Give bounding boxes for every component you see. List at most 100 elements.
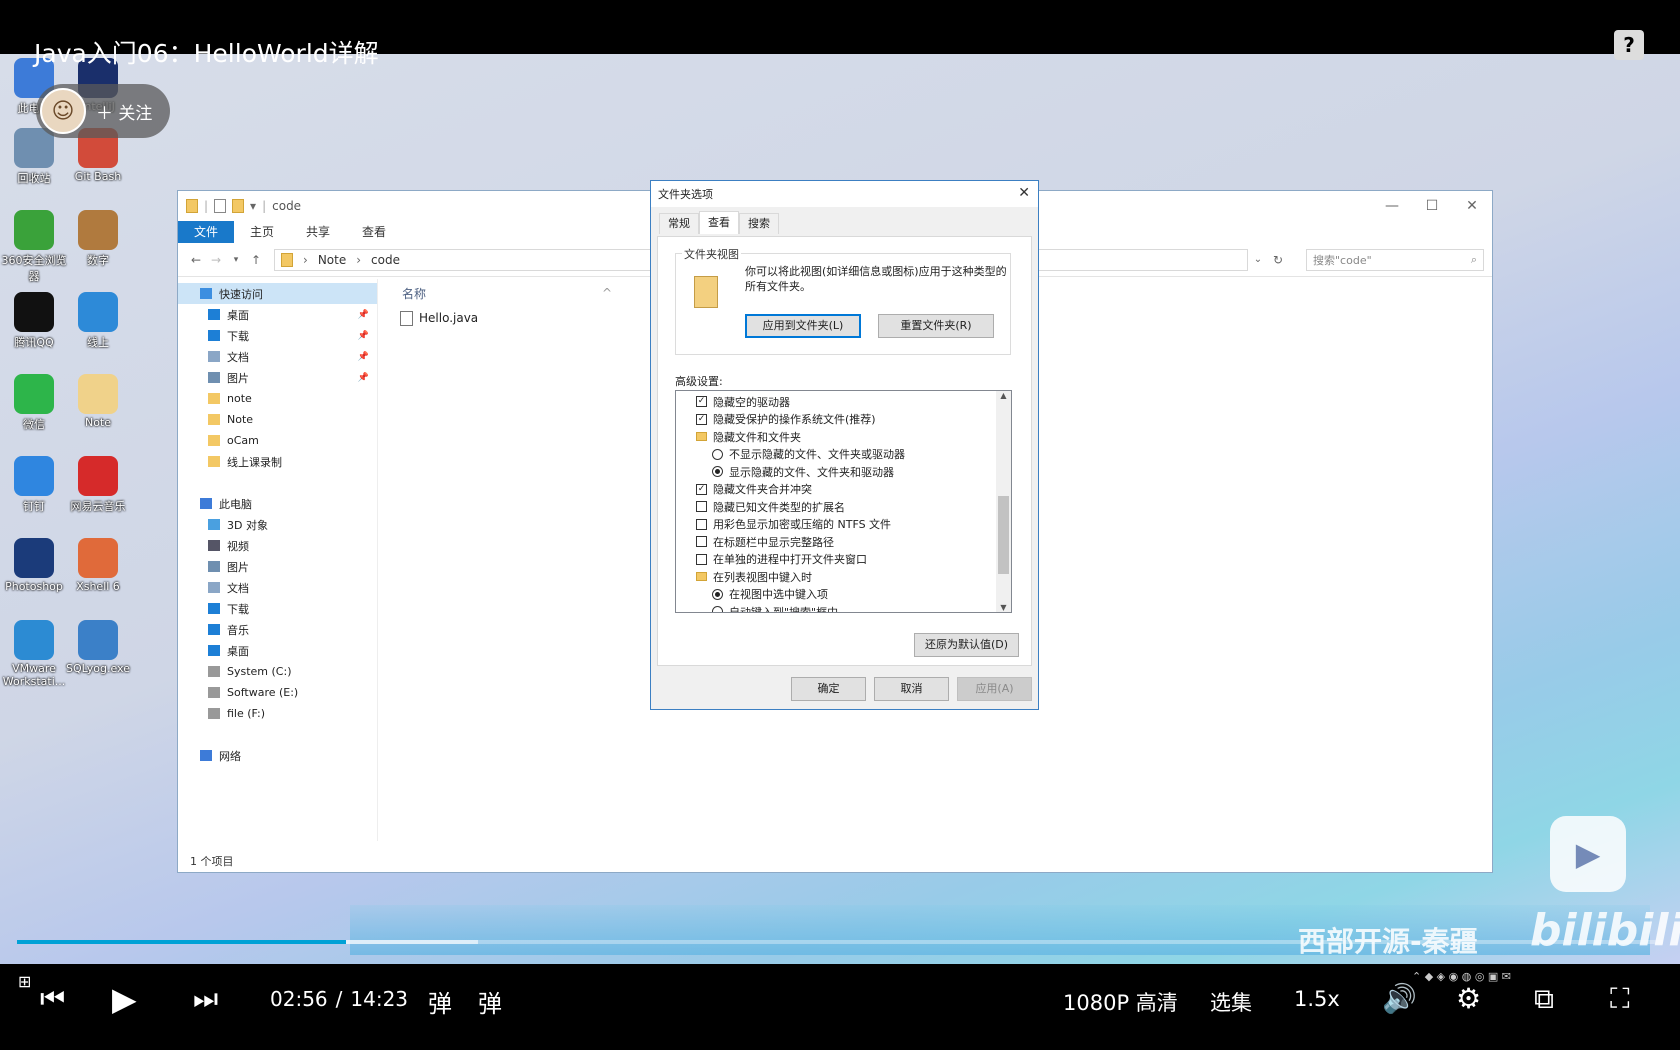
desktop-icon[interactable]: Xshell 6 [64, 538, 132, 593]
nav-item[interactable]: 下载 [178, 598, 377, 619]
nav-item[interactable]: 桌面 [178, 640, 377, 661]
radio-button[interactable] [712, 466, 723, 478]
desktop-icon[interactable]: 钉钉 [0, 456, 68, 514]
danmaku-settings-icon[interactable]: 弹 [478, 984, 502, 1019]
checkbox[interactable]: ✓ [696, 483, 707, 495]
checkbox[interactable] [696, 536, 707, 548]
nav-item[interactable]: 图片 📌 [178, 367, 377, 388]
address-dropdown-icon[interactable]: ⌄ [1248, 254, 1268, 265]
desktop-icon[interactable]: SQLyog.exe [64, 620, 132, 675]
follow-button[interactable]: ＋ 关注 [96, 99, 152, 124]
settings-gear-icon[interactable]: ⚙ [1456, 982, 1481, 1015]
nav-item[interactable]: System (C:) [178, 661, 377, 682]
nav-item[interactable]: Software (E:) [178, 682, 377, 703]
ribbon-tab[interactable]: 查看 [346, 221, 402, 243]
windows-start-icon[interactable]: ⊞ [18, 972, 31, 991]
desktop-icon[interactable]: 微信 [0, 374, 68, 432]
restore-defaults-button[interactable]: 还原为默认值(D) [914, 633, 1019, 657]
ok-button[interactable]: 确定 [791, 677, 866, 701]
advanced-setting-row[interactable]: ✓ 隐藏空的驱动器 [676, 393, 1011, 411]
desktop-icon[interactable]: 360安全浏览器 [0, 210, 68, 284]
new-folder-icon[interactable] [232, 199, 245, 213]
nav-item[interactable]: 线上课录制 [178, 451, 377, 472]
nav-item[interactable]: 音乐 [178, 619, 377, 640]
advanced-setting-row[interactable]: 在单独的进程中打开文件夹窗口 [676, 551, 1011, 569]
advanced-setting-row[interactable]: 在标题栏中显示完整路径 [676, 533, 1011, 551]
radio-button[interactable] [712, 588, 723, 600]
close-icon[interactable]: ✕ [1018, 185, 1030, 201]
advanced-setting-row[interactable]: 自动键入到"搜索"框中 [676, 603, 1011, 612]
radio-button[interactable] [712, 448, 723, 460]
scrollbar-thumb[interactable] [998, 496, 1009, 574]
ribbon-tab[interactable]: 主页 [234, 221, 290, 243]
reset-folders-button[interactable]: 重置文件夹(R) [878, 314, 994, 338]
checkbox[interactable] [696, 553, 707, 565]
dialog-tab[interactable]: 搜索 [739, 213, 779, 234]
scroll-down-icon[interactable]: ▼ [996, 603, 1011, 612]
minimize-icon[interactable]: — [1372, 191, 1412, 221]
desktop-icon[interactable]: 腾讯QQ [0, 292, 68, 350]
pin-icon[interactable]: 📌 [358, 352, 369, 362]
nav-item[interactable]: 桌面 📌 [178, 304, 377, 325]
nav-item[interactable]: 网络 [178, 745, 377, 766]
help-icon[interactable]: ? [1614, 30, 1644, 60]
maximize-icon[interactable]: ☐ [1412, 191, 1452, 221]
breadcrumb-code[interactable]: code [371, 253, 400, 267]
recent-dropdown-icon[interactable]: ▾ [226, 255, 246, 265]
desktop-icon[interactable]: 线上 [64, 292, 132, 350]
advanced-setting-row[interactable]: ✓ 隐藏受保护的操作系统文件(推荐) [676, 411, 1011, 429]
nav-item[interactable]: 快速访问 [178, 283, 377, 304]
checkbox[interactable] [696, 518, 707, 530]
forward-icon[interactable]: → [206, 253, 226, 267]
desktop-icon[interactable]: Photoshop [0, 538, 68, 593]
advanced-settings-list[interactable]: ✓ 隐藏空的驱动器 ✓ 隐藏受保护的操作系统文件(推荐) 隐藏文件和文件夹 不显示隐藏的文… [675, 390, 1012, 613]
checkbox[interactable] [696, 501, 707, 513]
nav-item[interactable]: note [178, 388, 377, 409]
next-icon[interactable]: ⏭ [193, 982, 218, 1016]
advanced-setting-row[interactable]: ✓ 隐藏文件夹合并冲突 [676, 481, 1011, 499]
avatar[interactable]: ☺ [40, 88, 86, 134]
search-input[interactable]: 搜索"code" ⌕ [1306, 248, 1484, 271]
chevron-down-icon[interactable]: ▾ [250, 199, 256, 213]
danmaku-tv-icon[interactable]: ▶ [1550, 816, 1626, 892]
dialog-tab[interactable]: 查看 [699, 211, 739, 234]
nav-item[interactable]: file (F:) [178, 703, 377, 724]
nav-item[interactable]: 视频 [178, 535, 377, 556]
close-icon[interactable]: ✕ [1452, 191, 1492, 221]
desktop-icon[interactable]: VMware Workstati... [0, 620, 68, 688]
nav-item[interactable]: 文档 [178, 577, 377, 598]
ribbon-tab[interactable]: 共享 [290, 221, 346, 243]
uploader-badge[interactable]: ☺ ＋ 关注 [36, 84, 170, 138]
desktop-icon[interactable]: 数字 [64, 210, 132, 268]
nav-item[interactable]: Note [178, 409, 377, 430]
advanced-setting-row[interactable]: 在视图中选中键入项 [676, 586, 1011, 604]
properties-icon[interactable] [214, 199, 227, 213]
desktop-icon[interactable]: Note [64, 374, 132, 429]
dialog-tab[interactable]: 常规 [659, 213, 699, 234]
speed-selector[interactable]: 1.5x [1294, 987, 1340, 1011]
checkbox[interactable]: ✓ [696, 396, 707, 408]
pin-icon[interactable]: 📌 [358, 331, 369, 341]
refresh-icon[interactable]: ↻ [1268, 253, 1288, 267]
nav-item[interactable]: 文档 📌 [178, 346, 377, 367]
pin-icon[interactable]: 📌 [358, 310, 369, 320]
column-name[interactable]: 名称 [382, 285, 602, 302]
pin-icon[interactable]: 📌 [358, 373, 369, 383]
radio-button[interactable] [712, 606, 723, 612]
episodes-button[interactable]: 选集 [1210, 987, 1252, 1017]
fullscreen-icon[interactable]: ⛶ [1610, 982, 1630, 1016]
volume-icon[interactable]: 🔊 [1382, 982, 1417, 1015]
nav-item[interactable]: 下载 📌 [178, 325, 377, 346]
advanced-setting-row[interactable]: 用彩色显示加密或压缩的 NTFS 文件 [676, 516, 1011, 534]
back-icon[interactable]: ← [186, 253, 206, 267]
scroll-up-icon[interactable]: ▲ [996, 391, 1011, 400]
picture-in-picture-icon[interactable]: ⧉ [1534, 982, 1554, 1016]
up-icon[interactable]: ↑ [246, 253, 266, 267]
danmaku-toggle-icon[interactable]: 弹 [428, 984, 452, 1019]
advanced-setting-row[interactable]: 显示隐藏的文件、文件夹和驱动器 [676, 463, 1011, 481]
advanced-settings-scrollbar[interactable]: ▲ ▼ [996, 391, 1011, 612]
play-icon[interactable]: ▶ [112, 980, 137, 1018]
desktop-icon[interactable]: 网易云音乐 [64, 456, 132, 514]
advanced-setting-row[interactable]: 隐藏已知文件类型的扩展名 [676, 498, 1011, 516]
checkbox[interactable]: ✓ [696, 413, 707, 425]
